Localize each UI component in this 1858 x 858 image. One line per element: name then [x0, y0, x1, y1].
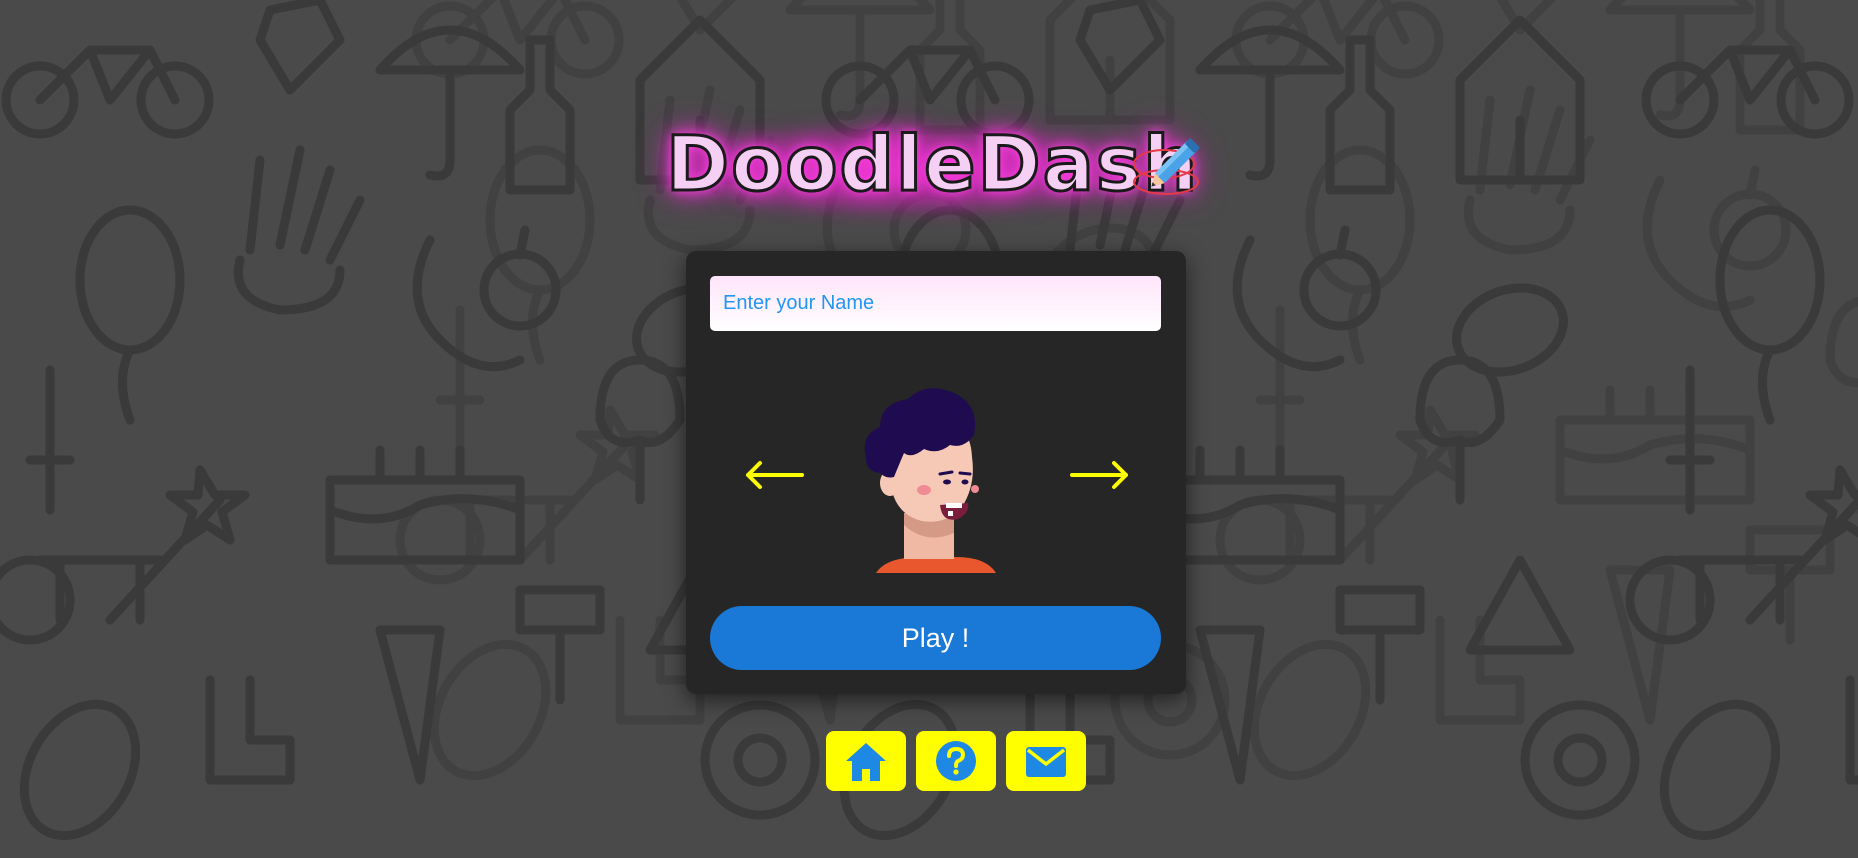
pencil-icon — [1133, 138, 1200, 195]
arrow-right-icon[interactable] — [1068, 455, 1132, 495]
app-logo: DoodleDash — [660, 120, 1220, 220]
play-button[interactable]: Play ! — [710, 606, 1161, 670]
mail-icon — [1026, 747, 1066, 777]
name-input[interactable] — [710, 276, 1161, 331]
arrow-left-icon[interactable] — [742, 455, 806, 495]
mail-button[interactable] — [1006, 731, 1086, 791]
avatar — [864, 388, 996, 573]
home-icon — [846, 743, 886, 781]
help-button[interactable] — [916, 731, 996, 791]
help-icon — [936, 741, 976, 781]
home-button[interactable] — [826, 731, 906, 791]
app-title: DoodleDash — [664, 119, 1200, 208]
footer-nav — [826, 731, 1086, 791]
player-setup-panel: Play ! — [686, 251, 1186, 694]
